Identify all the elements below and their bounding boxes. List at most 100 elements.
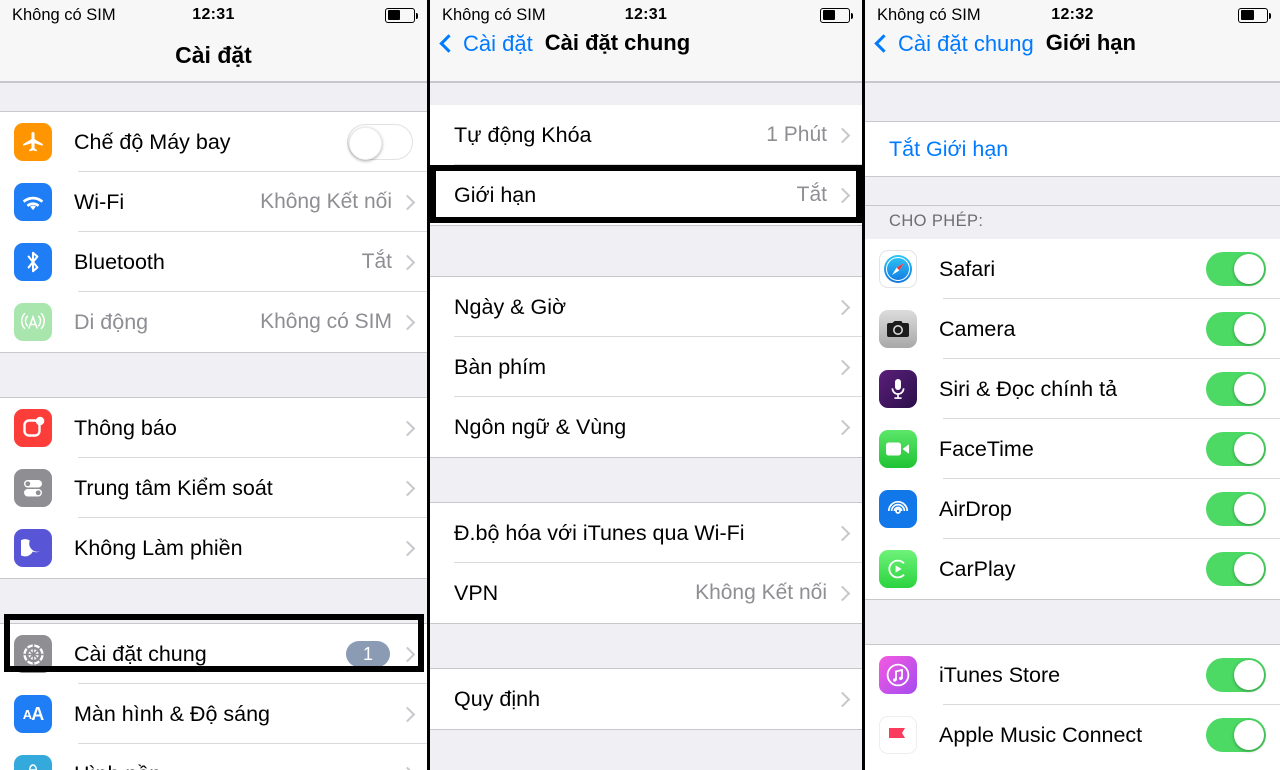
row-regulatory[interactable]: Quy định [430, 669, 862, 729]
cellular-icon [14, 303, 52, 341]
row-display-brightness[interactable]: AA Màn hình & Độ sáng [0, 684, 427, 744]
row-label: Quy định [454, 686, 541, 711]
row-control-center[interactable]: Trung tâm Kiểm soát [0, 458, 427, 518]
row-label: Bluetooth [74, 249, 165, 274]
settings-list[interactable]: Chế độ Máy bay Wi-Fi Không Kết nối Bluet… [0, 82, 427, 770]
siri-toggle[interactable] [1206, 372, 1266, 406]
row-airplane-mode[interactable]: Chế độ Máy bay [0, 112, 427, 172]
row-label: Apple Music Connect [939, 722, 1143, 747]
row-label: Giới hạn [454, 182, 537, 207]
row-general-settings[interactable]: Cài đặt chung 1 [0, 624, 427, 684]
carplay-toggle[interactable] [1206, 552, 1266, 586]
do-not-disturb-icon [14, 529, 52, 567]
row-vpn[interactable]: VPN Không Kết nối [430, 563, 862, 623]
row-wifi[interactable]: Wi-Fi Không Kết nối [0, 172, 427, 232]
airdrop-toggle[interactable] [1206, 492, 1266, 526]
group-spacer [430, 82, 862, 105]
row-label: Thông báo [74, 415, 177, 440]
back-button[interactable]: Cài đặt [439, 31, 533, 57]
row-itunes-wifi-sync[interactable]: Đ.bộ hóa với iTunes qua Wi-Fi [430, 503, 862, 563]
group-spacer [0, 82, 427, 112]
row-label: Tự động Khóa [454, 122, 592, 147]
row-apple-music-connect[interactable]: Apple Music Connect [865, 705, 1280, 765]
general-settings-list[interactable]: Tự động Khóa 1 Phút Giới hạn Tắt Ngày & … [430, 82, 862, 770]
camera-toggle[interactable] [1206, 312, 1266, 346]
safari-toggle[interactable] [1206, 252, 1266, 286]
row-label: Hình nền [74, 762, 402, 770]
row-date-time[interactable]: Ngày & Giờ [430, 277, 862, 337]
nav-bar: Cài đặt Cài đặt chung [430, 30, 862, 82]
nav-bar: Cài đặt chung Giới hạn [865, 30, 1280, 82]
chevron-right-icon [834, 127, 851, 143]
row-disable-restrictions[interactable]: Tắt Giới hạn [865, 122, 1280, 176]
panel-general-settings: Không có SIM 12:31 Cài đặt Cài đặt chung… [430, 0, 865, 770]
status-badge: 1 [346, 641, 390, 667]
panel-restrictions: Không có SIM 12:32 Cài đặt chung Giới hạ… [865, 0, 1280, 770]
restrictions-list[interactable]: Tắt Giới hạn CHO PHÉP: Safari Camera Sir… [865, 82, 1280, 770]
battery-icon [820, 7, 853, 23]
row-camera[interactable]: Camera [865, 299, 1280, 359]
row-notifications[interactable]: Thông báo [0, 398, 427, 458]
siri-icon [879, 370, 917, 408]
row-auto-lock[interactable]: Tự động Khóa 1 Phút [430, 105, 862, 165]
chevron-right-icon [834, 525, 851, 541]
row-restrictions[interactable]: Giới hạn Tắt [430, 165, 862, 225]
section-header-allow: CHO PHÉP: [865, 206, 1280, 239]
row-label: Bàn phím [454, 354, 547, 379]
chevron-left-icon [874, 34, 893, 53]
row-label: VPN [454, 580, 499, 605]
row-carplay[interactable]: CarPlay [865, 539, 1280, 599]
chevron-right-icon [399, 254, 416, 270]
page-title: Giới hạn [1045, 30, 1136, 55]
three-panel-screenshot: Không có SIM 12:31 Cài đặt Chế độ Máy ba… [0, 0, 1280, 770]
chevron-right-icon [399, 420, 416, 436]
row-label: Safari [939, 256, 996, 281]
airplane-mode-toggle[interactable] [347, 124, 413, 160]
row-label: Ngày & Giờ [454, 294, 567, 319]
row-value: Không có SIM [260, 310, 392, 333]
row-facetime[interactable]: FaceTime [865, 419, 1280, 479]
row-cellular[interactable]: Di động Không có SIM [0, 292, 427, 352]
status-bar: Không có SIM 12:31 [0, 0, 427, 30]
row-bluetooth[interactable]: Bluetooth Tắt [0, 232, 427, 292]
row-wallpaper[interactable]: Hình nền [0, 744, 427, 770]
facetime-toggle[interactable] [1206, 432, 1266, 466]
row-itunes-store[interactable]: iTunes Store [865, 645, 1280, 705]
itunes-store-icon [879, 656, 917, 694]
chevron-right-icon [399, 540, 416, 556]
apple-music-connect-toggle[interactable] [1206, 718, 1266, 752]
itunes-store-toggle[interactable] [1206, 658, 1266, 692]
row-safari[interactable]: Safari [865, 239, 1280, 299]
chevron-right-icon [834, 585, 851, 601]
chevron-right-icon [399, 480, 416, 496]
row-value: Tắt [796, 183, 827, 206]
camera-icon [879, 310, 917, 348]
row-siri[interactable]: Siri & Đọc chính tả [865, 359, 1280, 419]
row-do-not-disturb[interactable]: Không Làm phiền [0, 518, 427, 578]
row-label: Không Làm phiền [74, 535, 243, 560]
row-label: Màn hình & Độ sáng [74, 701, 271, 726]
row-airdrop[interactable]: AirDrop [865, 479, 1280, 539]
row-label: iTunes Store [939, 662, 1061, 687]
row-label: Tắt Giới hạn [889, 136, 1009, 161]
row-label: Trung tâm Kiểm soát [74, 475, 273, 500]
row-label: AirDrop [939, 496, 1012, 521]
control-center-icon [14, 469, 52, 507]
chevron-right-icon [399, 314, 416, 330]
group-spacer [865, 82, 1280, 122]
safari-icon [879, 250, 917, 288]
chevron-left-icon [439, 34, 458, 53]
page-title: Cài đặt [175, 42, 252, 68]
facetime-icon [879, 430, 917, 468]
back-label: Cài đặt chung [898, 30, 1034, 56]
battery-indicator [1238, 7, 1271, 23]
battery-indicator [820, 7, 853, 23]
chevron-right-icon [834, 419, 851, 435]
row-language-region[interactable]: Ngôn ngữ & Vùng [430, 397, 862, 457]
airplane-icon [14, 123, 52, 161]
back-button[interactable]: Cài đặt chung [874, 30, 1034, 57]
row-keyboard[interactable]: Bàn phím [430, 337, 862, 397]
notifications-icon [14, 409, 52, 447]
status-bar: Không có SIM 12:32 [865, 0, 1280, 30]
row-label: FaceTime [939, 436, 1034, 461]
